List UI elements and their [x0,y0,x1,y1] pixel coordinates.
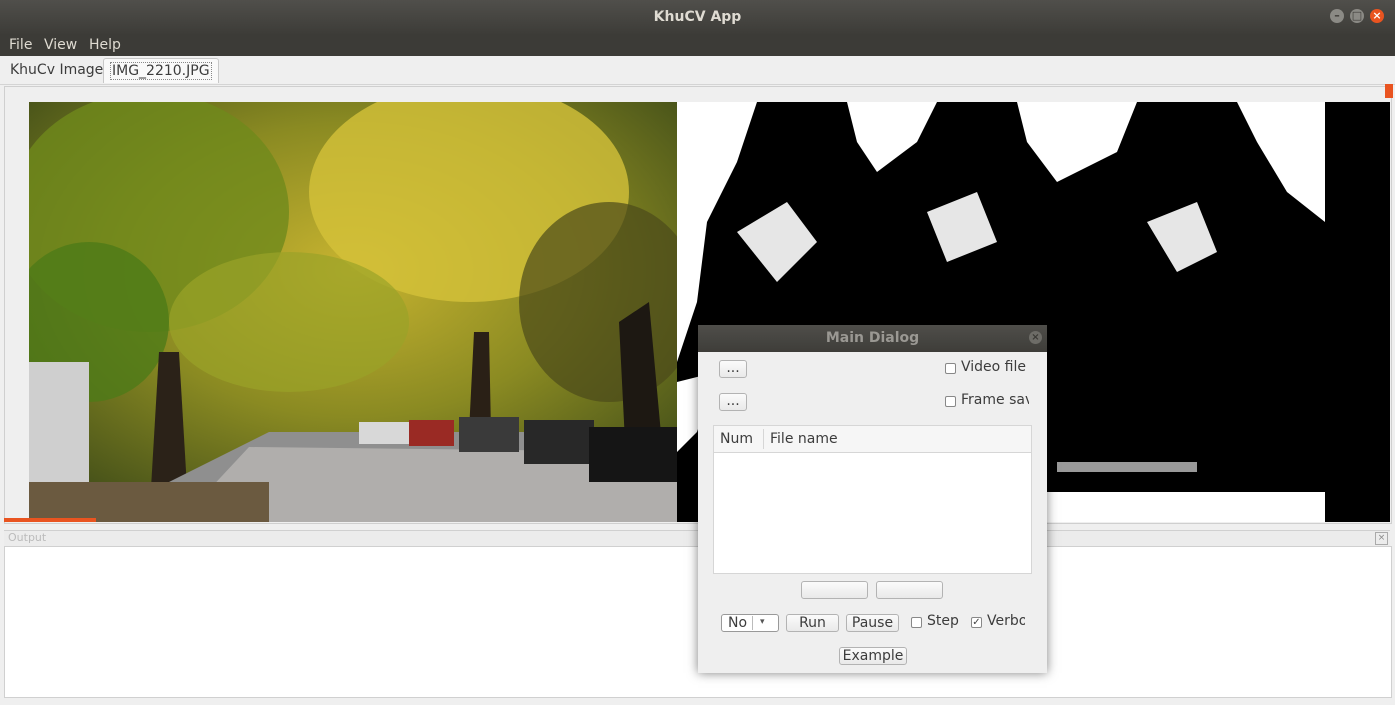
dialog-close-icon[interactable]: × [1029,331,1042,344]
video-file-label: Video file [961,359,1026,375]
minimize-icon[interactable]: – [1330,9,1344,23]
tab-bar: KhuCv Image IMG_2210.JPG [0,56,1395,85]
output-dock-header: Output × [4,530,1390,546]
verbose-label: Verbo [987,613,1025,629]
dialog-title: Main Dialog [825,330,920,346]
browse-video-button[interactable]: ... [719,360,747,378]
tab-label: KhuCv Image [10,62,104,78]
column-num[interactable]: Num [720,426,753,452]
run-button[interactable]: Run [786,614,839,632]
example-button[interactable]: Example [839,647,907,665]
maximize-icon[interactable]: □ [1350,9,1364,23]
menu-file[interactable]: File [9,34,32,56]
step-checkbox[interactable] [911,617,922,628]
title-bar: KhuCV App – □ × [0,0,1395,34]
menu-bar: File View Help [0,34,1395,56]
blank-button-1[interactable] [801,581,868,599]
menu-help[interactable]: Help [89,34,121,56]
horizontal-scrollbar[interactable] [4,518,96,522]
binary-image-edge [1325,102,1390,522]
vertical-scrollbar[interactable] [1385,84,1393,98]
step-label: Step [927,613,959,629]
close-icon[interactable]: × [1370,9,1384,23]
window-title: KhuCV App [653,9,742,25]
tab-label: IMG_2210.JPG [110,62,212,80]
main-dialog: Main Dialog × ... Video file ... Frame s… [698,325,1047,673]
tab-img-2210[interactable]: IMG_2210.JPG [103,58,219,83]
blank-button-2[interactable] [876,581,943,599]
output-title: Output [8,531,47,544]
tab-khucv-image[interactable]: KhuCv Image [4,58,109,82]
mode-combobox[interactable]: No ▾ [721,614,779,632]
column-file-name[interactable]: File name [770,426,838,452]
menu-view[interactable]: View [44,34,77,56]
verbose-checkbox[interactable]: ✓ [971,617,982,628]
frame-save-checkbox[interactable] [945,396,956,407]
browse-frame-button[interactable]: ... [719,393,747,411]
app-window: KhuCV App – □ × File View Help KhuCv Ima… [0,0,1395,705]
table-header: Num File name [714,426,1031,453]
video-file-checkbox[interactable] [945,363,956,374]
chevron-down-icon[interactable]: ▾ [760,615,765,629]
original-photo [29,102,677,522]
dialog-title-bar: Main Dialog × [698,325,1047,352]
output-close-icon[interactable]: × [1375,532,1388,545]
photo-image [29,102,677,522]
frame-save-label: Frame sav [961,392,1029,408]
pause-button[interactable]: Pause [846,614,899,632]
combo-value: No [728,615,748,631]
file-list-table[interactable]: Num File name [713,425,1032,574]
